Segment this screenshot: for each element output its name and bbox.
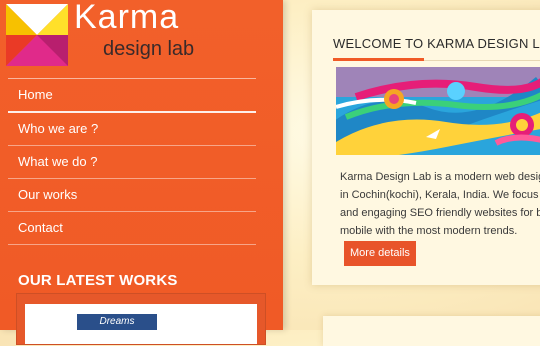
nav-item-our-works[interactable]: Our works	[8, 179, 256, 212]
thumbnail-banner: Dreams	[77, 314, 157, 330]
main-nav: Home Who we are ? What we do ? Our works…	[8, 78, 256, 245]
body-line: in Cochin(kochi), Kerala, India. We focu…	[340, 189, 540, 201]
nav-item-what-we-do[interactable]: What we do ?	[8, 146, 256, 179]
welcome-body: Karma Design Lab is a modern web design …	[340, 168, 540, 240]
title-underline	[333, 58, 424, 61]
nav-item-contact[interactable]: Contact	[8, 212, 256, 245]
karma-logo-icon[interactable]	[6, 4, 68, 66]
hero-illustration	[336, 67, 540, 155]
thumbnail-preview: Dreams	[25, 304, 257, 344]
brand-name: Karma	[74, 0, 180, 36]
more-details-button[interactable]: More details	[344, 241, 416, 266]
body-line: Karma Design Lab is a modern web design	[340, 171, 540, 183]
latest-works-heading: OUR LATEST WORKS	[18, 272, 178, 289]
welcome-card: WELCOME TO KARMA DESIGN LAB Karma Design…	[312, 10, 540, 285]
sidebar: Karma design lab Home Who we are ? What …	[0, 0, 283, 345]
body-line: and engaging SEO friendly websites for b	[340, 207, 540, 219]
welcome-title: WELCOME TO KARMA DESIGN LAB	[333, 36, 540, 51]
body-line: mobile with the most modern trends.	[340, 225, 518, 237]
secondary-card	[323, 316, 540, 346]
nav-item-who-we-are[interactable]: Who we are ?	[8, 113, 256, 146]
brand-subtitle: design lab	[103, 38, 195, 60]
nav-item-home[interactable]: Home	[8, 79, 256, 113]
latest-work-thumbnail[interactable]: Dreams	[16, 293, 266, 345]
